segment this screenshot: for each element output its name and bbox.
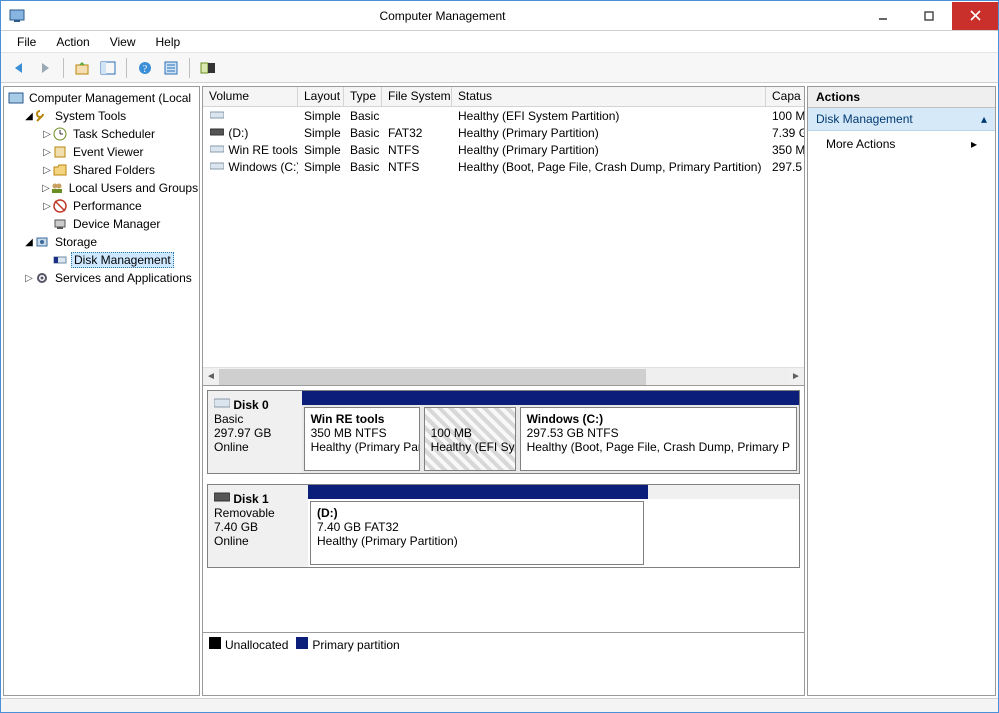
content-body: Computer Management (Local ◢ System Tool… xyxy=(1,83,998,698)
tree-shared-folders[interactable]: ▷ Shared Folders xyxy=(4,161,199,179)
properties-button[interactable] xyxy=(159,56,183,80)
menubar: File Action View Help xyxy=(1,31,998,53)
col-layout[interactable]: Layout xyxy=(298,87,344,106)
maximize-button[interactable] xyxy=(906,2,952,30)
disk0-info: Disk 0 Basic 297.97 GB Online xyxy=(208,391,302,473)
chevron-right-icon[interactable]: ▷ xyxy=(42,201,52,212)
window: Computer Management File Action View Hel… xyxy=(0,0,999,713)
up-button[interactable] xyxy=(70,56,94,80)
tree-task-scheduler[interactable]: ▷ Task Scheduler xyxy=(4,125,199,143)
tree-services[interactable]: ▷ Services and Applications xyxy=(4,269,199,287)
close-button[interactable] xyxy=(952,2,998,30)
menu-help[interactable]: Help xyxy=(148,33,189,51)
disk-graphic-panel: Disk 0 Basic 297.97 GB Online Win RE too… xyxy=(203,385,804,632)
tree-event-viewer[interactable]: ▷ Event Viewer xyxy=(4,143,199,161)
disk0-row[interactable]: Disk 0 Basic 297.97 GB Online Win RE too… xyxy=(207,390,800,474)
disk-icon xyxy=(214,397,230,409)
chevron-down-icon[interactable]: ◢ xyxy=(24,111,34,122)
tree-system-tools[interactable]: ◢ System Tools xyxy=(4,107,199,125)
titlebar: Computer Management xyxy=(1,1,998,31)
minimize-button[interactable] xyxy=(860,2,906,30)
menu-file[interactable]: File xyxy=(9,33,44,51)
disk1-row[interactable]: Disk 1 Removable 7.40 GB Online (D:) 7.4… xyxy=(207,484,800,568)
table-row[interactable]: (D:) Simple Basic FAT32 Healthy (Primary… xyxy=(203,124,804,141)
disk-icon xyxy=(52,252,68,268)
col-capacity[interactable]: Capa xyxy=(766,87,804,106)
device-icon xyxy=(52,216,68,232)
partition-win-re[interactable]: Win RE tools 350 MB NTFS Healthy (Primar… xyxy=(304,407,420,471)
drive-icon xyxy=(209,144,225,154)
actions-panel: Actions Disk Management ▴ More Actions ▸ xyxy=(807,86,996,696)
partition-windows-c[interactable]: Windows (C:) 297.53 GB NTFS Healthy (Boo… xyxy=(520,407,797,471)
scroll-right-icon[interactable]: ► xyxy=(788,369,804,385)
volume-list-header: Volume Layout Type File System Status Ca… xyxy=(203,87,804,107)
partition-efi[interactable]: 100 MB Healthy (EFI Sys xyxy=(424,407,516,471)
folder-icon xyxy=(52,162,68,178)
chevron-right-icon[interactable]: ▷ xyxy=(42,183,50,194)
tree-disk-management[interactable]: ▷ Disk Management xyxy=(4,251,199,269)
navigation-tree[interactable]: Computer Management (Local ◢ System Tool… xyxy=(3,86,200,696)
volume-list[interactable]: Simple Basic Healthy (EFI System Partiti… xyxy=(203,107,804,367)
services-icon xyxy=(34,270,50,286)
disk-header-band xyxy=(302,391,799,405)
tree-storage[interactable]: ◢ Storage xyxy=(4,233,199,251)
partition-d[interactable]: (D:) 7.40 GB FAT32 Healthy (Primary Part… xyxy=(310,501,644,565)
legend: Unallocated Primary partition xyxy=(203,632,804,656)
toolbar: ? xyxy=(1,53,998,83)
swatch-unallocated xyxy=(209,637,221,649)
table-row[interactable]: Simple Basic Healthy (EFI System Partiti… xyxy=(203,107,804,124)
col-volume[interactable]: Volume xyxy=(203,87,298,106)
menu-action[interactable]: Action xyxy=(48,33,97,51)
tree-device-manager[interactable]: ▷ Device Manager xyxy=(4,215,199,233)
storage-icon xyxy=(34,234,50,250)
disk1-info: Disk 1 Removable 7.40 GB Online xyxy=(208,485,308,567)
col-type[interactable]: Type xyxy=(344,87,382,106)
table-row[interactable]: Windows (C:) Simple Basic NTFS Healthy (… xyxy=(203,158,804,175)
scrollbar-thumb[interactable] xyxy=(219,369,646,385)
drive-icon xyxy=(209,161,225,171)
actions-section-disk-management[interactable]: Disk Management ▴ xyxy=(808,108,995,131)
event-icon xyxy=(52,144,68,160)
show-hide-tree-button[interactable] xyxy=(96,56,120,80)
menu-view[interactable]: View xyxy=(102,33,144,51)
swatch-primary xyxy=(296,637,308,649)
chevron-right-icon[interactable]: ▷ xyxy=(24,273,34,284)
drive-icon xyxy=(209,110,225,120)
mmc-icon xyxy=(8,90,24,106)
window-title: Computer Management xyxy=(25,9,860,23)
refresh-button[interactable] xyxy=(196,56,220,80)
help-button[interactable]: ? xyxy=(133,56,157,80)
tree-local-users[interactable]: ▷ Local Users and Groups xyxy=(4,179,199,197)
users-icon xyxy=(50,180,64,196)
tree-root[interactable]: Computer Management (Local xyxy=(4,89,199,107)
table-row[interactable]: Win RE tools Simple Basic NTFS Healthy (… xyxy=(203,141,804,158)
actions-header: Actions xyxy=(808,87,995,108)
col-status[interactable]: Status xyxy=(452,87,766,106)
clock-icon xyxy=(52,126,68,142)
collapse-icon: ▴ xyxy=(981,112,987,126)
chevron-right-icon[interactable]: ▷ xyxy=(42,147,52,158)
forward-button[interactable] xyxy=(33,56,57,80)
svg-text:?: ? xyxy=(143,64,148,75)
horizontal-scrollbar[interactable]: ◄ ► xyxy=(203,367,804,385)
statusbar xyxy=(1,698,998,712)
performance-icon xyxy=(52,198,68,214)
back-button[interactable] xyxy=(7,56,31,80)
removable-drive-icon xyxy=(209,127,225,137)
tree-performance[interactable]: ▷ Performance xyxy=(4,197,199,215)
chevron-right-icon: ▸ xyxy=(971,137,977,151)
main-panel: Volume Layout Type File System Status Ca… xyxy=(202,86,805,696)
tools-icon xyxy=(34,108,50,124)
removable-disk-icon xyxy=(214,491,230,503)
chevron-down-icon[interactable]: ◢ xyxy=(24,237,34,248)
chevron-right-icon[interactable]: ▷ xyxy=(42,129,52,140)
disk-header-band xyxy=(308,485,648,499)
chevron-right-icon[interactable]: ▷ xyxy=(42,165,52,176)
actions-more[interactable]: More Actions ▸ xyxy=(808,131,995,157)
app-icon xyxy=(9,8,25,24)
scroll-left-icon[interactable]: ◄ xyxy=(203,369,219,385)
col-fs[interactable]: File System xyxy=(382,87,452,106)
